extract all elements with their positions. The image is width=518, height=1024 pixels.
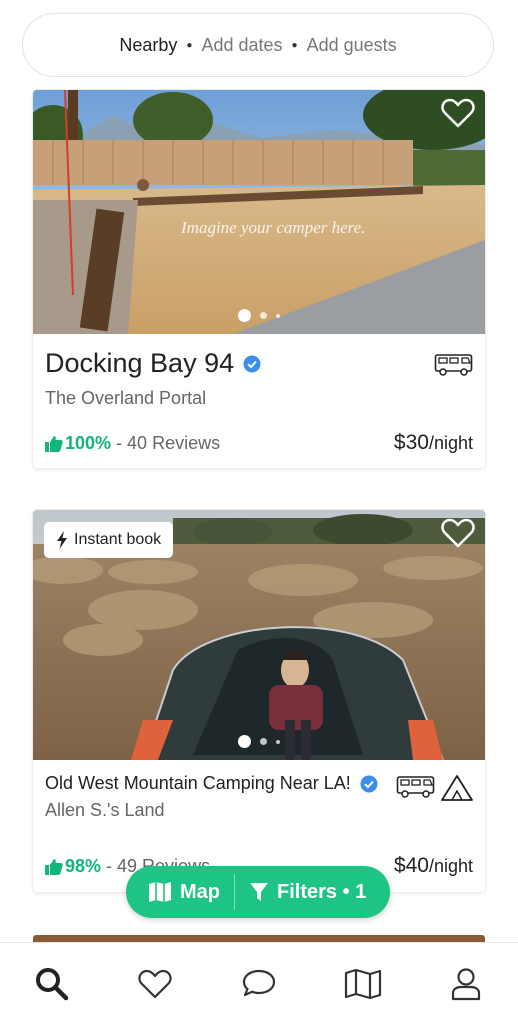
photo-caption: Imagine your camper here. — [181, 218, 366, 237]
rating-percent: 100% — [65, 433, 112, 453]
heart-icon[interactable] — [441, 518, 475, 548]
listing-card[interactable]: Imagine your camper here. Docking Bay 94… — [33, 90, 485, 468]
tab-search[interactable] — [22, 954, 82, 1014]
filters-button-label: Filters • 1 — [277, 880, 367, 903]
listing-host[interactable]: The Overland Portal — [45, 388, 206, 409]
heart-icon — [138, 969, 172, 998]
price-unit: /night — [428, 856, 473, 876]
tab-saved[interactable] — [125, 954, 185, 1014]
rating-percent: 98% — [65, 856, 102, 876]
price-amount: $40 — [393, 854, 429, 877]
filter-icon — [250, 883, 268, 901]
search-dates[interactable]: Add dates — [201, 35, 282, 56]
verified-icon — [360, 775, 378, 792]
carousel-dot — [260, 312, 267, 319]
tent-icon — [441, 775, 473, 801]
rv-icon — [434, 354, 473, 376]
chat-icon — [242, 969, 276, 996]
search-guests[interactable]: Add guests — [307, 35, 397, 56]
map-filter-pill: Map Filters • 1 — [126, 866, 390, 918]
thumbs-up-icon — [45, 436, 63, 452]
filters-button[interactable]: Filters • 1 — [235, 866, 366, 918]
listing-title-text: Docking Bay 94 — [45, 348, 235, 378]
price-amount: $30 — [393, 431, 429, 454]
campsite-photo — [33, 90, 485, 334]
carousel-dot — [276, 739, 280, 744]
carousel-dots[interactable] — [33, 309, 485, 322]
search-location[interactable]: Nearby — [119, 35, 177, 56]
listing-title-text: Old West Mountain Camping Near LA! — [45, 773, 351, 793]
carousel-dot-active — [238, 735, 251, 748]
thumbs-up-icon — [45, 859, 63, 875]
verified-icon — [243, 355, 261, 372]
separator-dot: ● — [291, 39, 298, 51]
map-icon — [344, 968, 381, 999]
search-bar[interactable]: Nearby ● Add dates ● Add guests — [22, 13, 494, 77]
bottom-tab-bar — [0, 942, 518, 1024]
listing-title[interactable]: Old West Mountain Camping Near LA! — [45, 773, 378, 794]
carousel-dots[interactable] — [33, 735, 485, 748]
listing-photo[interactable]: Instant book — [33, 510, 485, 760]
search-icon — [35, 967, 69, 1000]
listing-price: $30/night — [394, 431, 473, 455]
heart-icon[interactable] — [441, 98, 475, 128]
separator-dot: ● — [186, 39, 193, 51]
listing-host[interactable]: Allen S.'s Land — [45, 800, 165, 821]
instant-book-badge: Instant book — [44, 522, 174, 558]
map-button-label: Map — [180, 880, 220, 903]
map-icon — [149, 882, 171, 902]
map-button[interactable]: Map — [126, 866, 234, 918]
tab-map[interactable] — [333, 954, 393, 1014]
listing-title[interactable]: Docking Bay 94 — [45, 348, 261, 379]
listing-type-icons — [396, 774, 474, 802]
carousel-dot — [260, 738, 267, 745]
profile-icon — [452, 967, 481, 1000]
instant-book-label: Instant book — [74, 531, 162, 548]
carousel-dot-active — [238, 309, 251, 322]
listing-rating: 100% - 40 Reviews — [45, 433, 220, 454]
tab-profile[interactable] — [436, 954, 496, 1014]
review-count: - 40 Reviews — [116, 433, 221, 453]
carousel-dot — [276, 313, 280, 318]
lightning-icon — [57, 531, 67, 549]
listing-photo[interactable]: Imagine your camper here. — [33, 90, 485, 334]
listing-card[interactable]: Instant book Old West Mountain Camping N… — [33, 510, 485, 892]
tab-messages[interactable] — [229, 954, 289, 1014]
rv-icon — [396, 776, 435, 798]
listing-price: $40/night — [394, 854, 473, 878]
price-unit: /night — [428, 433, 473, 453]
